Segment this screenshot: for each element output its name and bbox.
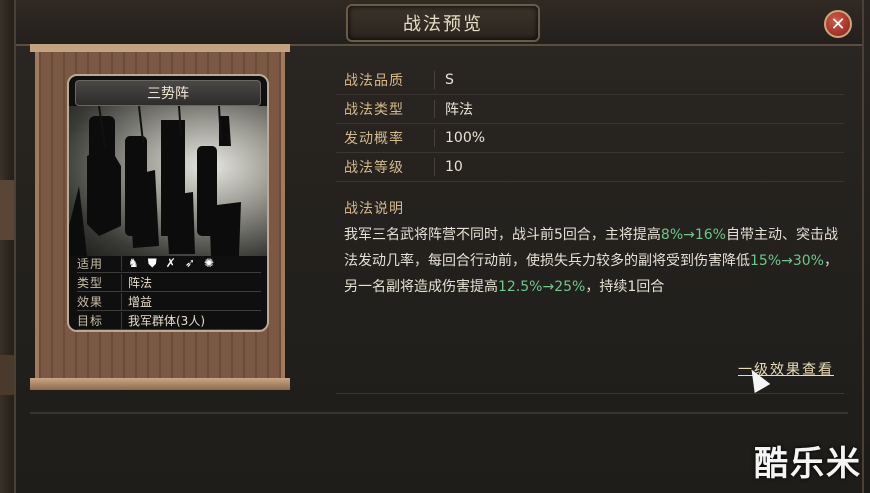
description-part: 我军三名武将阵营不同时，战斗前5回合，主将提高	[344, 227, 661, 243]
close-icon: ✕	[830, 13, 846, 35]
stat-value: 10	[445, 159, 463, 175]
stat-row-level: 战法等级 10	[336, 153, 844, 182]
stat-row-quality: 战法品质 S	[336, 66, 844, 95]
info-value: 我军群体(3人)	[121, 311, 261, 329]
siege-icon: ✺	[203, 256, 214, 270]
close-button[interactable]: ✕	[824, 10, 852, 38]
title-plate: 战法预览	[346, 4, 540, 42]
skill-stats: 战法品质 S 战法类型 阵法 发动概率 100% 战法等级 10	[336, 66, 844, 182]
skill-card-info: 适用 ♞ ⛊ ✗ ➶ ✺ 类型 阵法 效果 增益 目标 我军群体(3人)	[77, 254, 261, 330]
skill-description-box: 战法说明 我军三名武将阵营不同时，战斗前5回合，主将提高8%→16%自带主动、突…	[336, 188, 844, 394]
info-row-type: 类型 阵法	[77, 273, 261, 292]
info-value: 阵法	[121, 273, 261, 291]
stat-value: S	[445, 72, 454, 88]
info-key: 类型	[77, 275, 104, 290]
shield-icon: ⛊	[147, 255, 157, 270]
skill-card-title: 三势阵	[75, 80, 261, 106]
info-row-applicable: 适用 ♞ ⛊ ✗ ➶ ✺	[77, 254, 261, 273]
info-row-effect: 效果 增益	[77, 292, 261, 311]
stat-key: 战法等级	[344, 160, 404, 176]
info-row-target: 目标 我军群体(3人)	[77, 311, 261, 330]
description-text: 我军三名武将阵营不同时，战斗前5回合，主将提高8%→16%自带主动、突击战法发动…	[336, 222, 844, 300]
description-highlight: 12.5%→25%	[498, 279, 586, 295]
description-highlight: 8%→16%	[660, 227, 726, 243]
description-part: ，持续1回合	[585, 279, 665, 295]
cavalry-icon: ♞	[128, 256, 139, 270]
stat-row-type: 战法类型 阵法	[336, 95, 844, 124]
skill-art	[69, 105, 267, 256]
stat-value: 100%	[445, 130, 486, 146]
archer-icon: ✗	[165, 256, 176, 270]
info-key: 效果	[77, 294, 104, 309]
stat-key: 战法品质	[344, 73, 404, 89]
stat-row-probability: 发动概率 100%	[336, 124, 844, 153]
description-label: 战法说明	[344, 201, 404, 217]
scroll-top-rod	[30, 44, 290, 52]
soldiers-silhouette-image	[69, 105, 241, 256]
info-key: 目标	[77, 313, 104, 328]
info-value: 增益	[121, 292, 261, 310]
stat-key: 发动概率	[344, 131, 404, 147]
watermark: 酷乐米	[754, 444, 862, 484]
scroll-bottom-rod	[30, 378, 290, 390]
stat-value: 阵法	[445, 102, 473, 118]
bottom-divider	[30, 412, 848, 414]
skill-card: 三势阵 适用 ♞ ⛊ ✗ ➶ ✺ 类型 阵法 效果 增益 目标 我军群体(3人)	[67, 74, 269, 332]
spear-icon: ➶	[184, 256, 195, 270]
dialog-title: 战法预览	[403, 14, 483, 35]
description-highlight: 15%→30%	[750, 253, 824, 269]
applicable-troop-icons: ♞ ⛊ ✗ ➶ ✺	[121, 255, 261, 271]
dialog-title-bar: 战法预览 ✕	[16, 0, 862, 46]
info-key: 适用	[77, 256, 104, 271]
stat-key: 战法类型	[344, 102, 404, 118]
